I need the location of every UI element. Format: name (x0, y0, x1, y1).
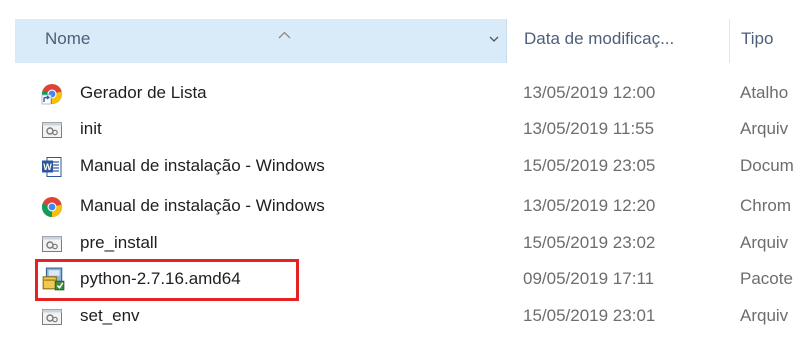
file-row[interactable]: W Manual de instalação - Windows 15/05/2… (15, 150, 809, 184)
chrome-shortcut-icon (41, 84, 63, 105)
file-row[interactable]: Manual de instalação - Windows 13/05/201… (15, 190, 809, 224)
file-row[interactable]: Gerador de Lista 13/05/2019 12:00 Atalho (15, 77, 809, 111)
file-modified-date: 13/05/2019 12:20 (523, 196, 656, 215)
file-type: Pacote (740, 269, 793, 288)
file-modified-date: 09/05/2019 17:11 (523, 269, 655, 288)
file-name: init (80, 119, 102, 138)
file-modified-date: 13/05/2019 12:00 (523, 83, 656, 102)
highlight-annotation-box (35, 259, 299, 301)
svg-text:W: W (43, 162, 52, 172)
file-modified-date: 13/05/2019 11:55 (523, 119, 655, 138)
file-row[interactable]: set_env 15/05/2019 23:01 Arquiv (15, 300, 809, 334)
file-name: pre_install (80, 233, 158, 252)
file-type: Chrom (740, 196, 792, 215)
file-type: Arquiv (740, 306, 789, 325)
column-header-name[interactable]: Nome (15, 19, 507, 63)
column-header-type[interactable]: Tipo (730, 19, 809, 63)
column-header-date[interactable]: Data de modificaç... (506, 19, 729, 63)
column-header-name-label: Nome (45, 29, 91, 48)
batch-file-icon (42, 309, 62, 325)
file-name: set_env (80, 306, 140, 325)
file-name: Manual de instalação - Windows (80, 156, 325, 175)
column-filter-dropdown[interactable] (485, 19, 503, 63)
file-type: Arquiv (740, 233, 789, 252)
file-name: Gerador de Lista (80, 83, 207, 102)
column-header-type-label: Tipo (741, 29, 774, 48)
batch-file-icon (42, 122, 62, 138)
column-header-bar: Nome Data de modificaç... Tipo (0, 0, 809, 77)
file-row[interactable]: pre_install 15/05/2019 23:02 Arquiv (15, 227, 809, 261)
file-name: Manual de instalação - Windows (80, 196, 325, 215)
word-document-icon: W (42, 157, 62, 177)
column-header-date-label: Data de modificaç... (524, 29, 675, 48)
chrome-icon (41, 197, 63, 218)
batch-file-icon (42, 236, 62, 252)
chevron-down-icon (489, 36, 499, 42)
file-type: Atalho (740, 83, 789, 102)
file-type: Arquiv (740, 119, 789, 138)
file-modified-date: 15/05/2019 23:02 (523, 233, 656, 252)
file-modified-date: 15/05/2019 23:01 (523, 306, 656, 325)
file-row[interactable]: init 13/05/2019 11:55 Arquiv (15, 113, 809, 147)
file-modified-date: 15/05/2019 23:05 (523, 156, 656, 175)
sort-ascending-icon (278, 31, 291, 39)
file-type: Docum (740, 156, 794, 175)
